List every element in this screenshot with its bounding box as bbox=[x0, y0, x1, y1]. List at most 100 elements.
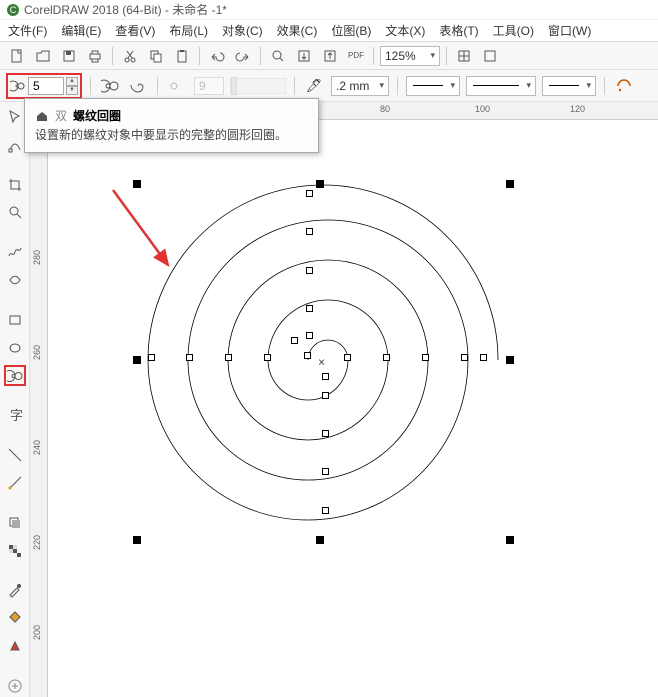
start-arrowhead[interactable] bbox=[406, 76, 460, 96]
publish-pdf-button[interactable]: PDF bbox=[345, 45, 367, 67]
menu-window[interactable]: 窗口(W) bbox=[548, 22, 591, 39]
freehand-tool[interactable] bbox=[4, 241, 26, 263]
handle-tr[interactable] bbox=[506, 180, 514, 188]
spiral-expansion-icon bbox=[166, 75, 188, 97]
separator bbox=[397, 77, 398, 95]
menu-file[interactable]: 文件(F) bbox=[8, 22, 47, 39]
handle-tl[interactable] bbox=[133, 180, 141, 188]
menu-effects[interactable]: 效果(C) bbox=[277, 22, 318, 39]
node[interactable] bbox=[322, 507, 329, 514]
handle-bl[interactable] bbox=[133, 536, 141, 544]
options-button[interactable] bbox=[479, 45, 501, 67]
node[interactable] bbox=[480, 354, 487, 361]
artistic-media-tool[interactable] bbox=[4, 269, 26, 291]
add-tool-button[interactable] bbox=[4, 675, 26, 697]
object-center-marker: × bbox=[318, 355, 325, 369]
save-button[interactable] bbox=[58, 45, 80, 67]
separator bbox=[294, 77, 295, 95]
separator bbox=[90, 77, 91, 95]
paste-button[interactable] bbox=[171, 45, 193, 67]
handle-br[interactable] bbox=[506, 536, 514, 544]
home-icon bbox=[35, 109, 49, 123]
cut-button[interactable] bbox=[119, 45, 141, 67]
menu-object[interactable]: 对象(C) bbox=[222, 22, 263, 39]
node[interactable] bbox=[186, 354, 193, 361]
menu-text[interactable]: 文本(X) bbox=[385, 22, 425, 39]
drop-shadow-tool[interactable] bbox=[4, 512, 26, 534]
undo-button[interactable] bbox=[206, 45, 228, 67]
transparency-tool[interactable] bbox=[4, 540, 26, 562]
zoom-tool[interactable] bbox=[4, 201, 26, 223]
node[interactable] bbox=[322, 373, 329, 380]
node[interactable] bbox=[306, 190, 313, 197]
separator bbox=[446, 47, 447, 65]
pick-tool[interactable] bbox=[4, 106, 26, 128]
menu-table[interactable]: 表格(T) bbox=[439, 22, 478, 39]
window-title: CorelDRAW 2018 (64-Bit) - 未命名 -1* bbox=[24, 1, 227, 18]
handle-bm[interactable] bbox=[316, 536, 324, 544]
rectangle-tool[interactable] bbox=[4, 309, 26, 331]
menu-layout[interactable]: 布局(L) bbox=[169, 22, 208, 39]
canvas[interactable]: × bbox=[48, 120, 658, 697]
spiral-object[interactable] bbox=[108, 160, 508, 560]
handle-mr[interactable] bbox=[506, 356, 514, 364]
menu-view[interactable]: 查看(V) bbox=[115, 22, 155, 39]
shape-tool[interactable] bbox=[4, 134, 26, 156]
ellipse-tool[interactable] bbox=[4, 337, 26, 359]
crop-tool[interactable] bbox=[4, 174, 26, 196]
symmetric-spiral-button[interactable] bbox=[99, 75, 121, 97]
open-button[interactable] bbox=[32, 45, 54, 67]
node[interactable] bbox=[264, 354, 271, 361]
line-style-select[interactable] bbox=[466, 76, 536, 96]
redo-button[interactable] bbox=[232, 45, 254, 67]
node[interactable] bbox=[322, 468, 329, 475]
snap-button[interactable] bbox=[453, 45, 475, 67]
end-arrowhead[interactable] bbox=[542, 76, 596, 96]
outline-width[interactable]: .2 mm bbox=[331, 76, 389, 96]
handle-ml[interactable] bbox=[133, 356, 141, 364]
search-button[interactable] bbox=[267, 45, 289, 67]
node[interactable] bbox=[344, 354, 351, 361]
node[interactable] bbox=[304, 352, 311, 359]
text-tool[interactable]: 字 bbox=[4, 404, 26, 426]
tooltip: 双 螺纹回圈 设置新的螺纹对象中要显示的完整的圆形回圈。 bbox=[24, 98, 319, 153]
node[interactable] bbox=[306, 267, 313, 274]
node[interactable] bbox=[383, 354, 390, 361]
node[interactable] bbox=[225, 354, 232, 361]
spiral-revolutions-spinner[interactable]: ▲▼ bbox=[66, 77, 78, 95]
node[interactable] bbox=[306, 305, 313, 312]
interactive-fill-tool[interactable] bbox=[4, 607, 26, 629]
connector-tool[interactable] bbox=[4, 472, 26, 494]
property-bar: ▲▼ 🖊 .2 mm 双 螺纹回圈 设置新的螺纹对象中要显示的完整的圆形回圈。 bbox=[0, 70, 658, 102]
node[interactable] bbox=[461, 354, 468, 361]
pen-icon: 🖊 bbox=[303, 75, 325, 97]
spiral-tool[interactable] bbox=[4, 365, 26, 387]
menu-tools[interactable]: 工具(O) bbox=[493, 22, 534, 39]
export-button[interactable] bbox=[319, 45, 341, 67]
spiral-revolutions-group: ▲▼ bbox=[6, 73, 82, 99]
title-bar: C CorelDRAW 2018 (64-Bit) - 未命名 -1* bbox=[0, 0, 658, 20]
eyedropper-tool[interactable] bbox=[4, 580, 26, 602]
spiral-revolutions-input[interactable] bbox=[28, 77, 64, 95]
separator bbox=[373, 47, 374, 65]
copy-button[interactable] bbox=[145, 45, 167, 67]
node[interactable] bbox=[422, 354, 429, 361]
node[interactable] bbox=[322, 430, 329, 437]
node[interactable] bbox=[306, 332, 313, 339]
wrap-button[interactable] bbox=[613, 75, 635, 97]
menu-bitmap[interactable]: 位图(B) bbox=[331, 22, 371, 39]
handle-tm[interactable] bbox=[316, 180, 324, 188]
logarithmic-spiral-button[interactable] bbox=[127, 75, 149, 97]
new-button[interactable] bbox=[6, 45, 28, 67]
node[interactable] bbox=[291, 337, 298, 344]
zoom-level[interactable]: 125% bbox=[380, 46, 440, 66]
print-button[interactable] bbox=[84, 45, 106, 67]
node[interactable] bbox=[322, 392, 329, 399]
import-button[interactable] bbox=[293, 45, 315, 67]
node[interactable] bbox=[148, 354, 155, 361]
dimension-tool[interactable] bbox=[4, 444, 26, 466]
workspace: 字 80 100 120 280 260 240 220 200 bbox=[0, 102, 658, 697]
smart-fill-tool[interactable] bbox=[4, 635, 26, 657]
node[interactable] bbox=[306, 228, 313, 235]
menu-edit[interactable]: 编辑(E) bbox=[61, 22, 101, 39]
